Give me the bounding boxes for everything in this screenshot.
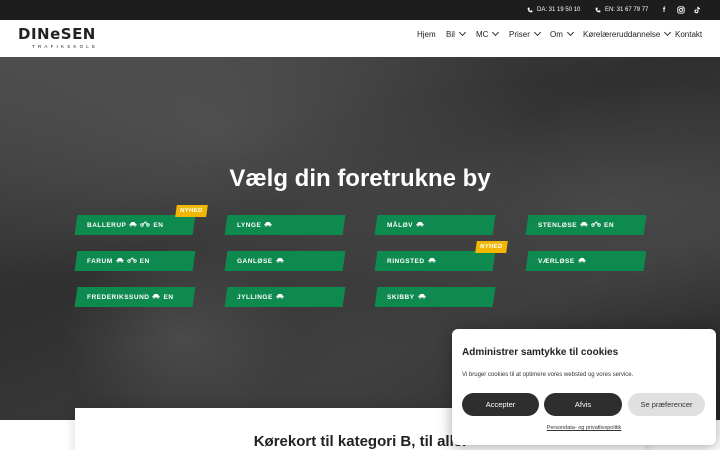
phone-en[interactable]: EN: 31 67 79 77 — [595, 7, 648, 13]
nav-item-om[interactable]: Om — [550, 28, 574, 39]
city-button-jyllinge[interactable]: JYLLINGE — [224, 287, 346, 307]
nav-item-priser[interactable]: Priser — [509, 28, 541, 39]
phone-icon — [595, 7, 601, 13]
city-name: RINGSTED — [387, 257, 425, 265]
nav-item-kontakt[interactable]: Kontakt — [675, 30, 702, 39]
nav-label: MC — [476, 29, 489, 39]
car-icon — [428, 257, 436, 265]
city-name: JYLLINGE — [237, 293, 273, 301]
city-button-frederikssund[interactable]: FREDERIKSSUND EN — [74, 287, 196, 307]
city-button-lynge[interactable]: LYNGE — [224, 215, 346, 235]
nav-item-bil[interactable]: Bil — [446, 28, 466, 39]
instagram-icon[interactable] — [677, 6, 685, 14]
tiktok-icon[interactable] — [693, 6, 701, 14]
city-button-ringsted[interactable]: RINGSTED — [374, 251, 496, 271]
city-name: MÅLØV — [387, 221, 413, 229]
top-bar: DA: 31 19 50 10 EN: 31 67 79 77 f — [0, 0, 720, 20]
new-badge: NYHED — [175, 205, 208, 217]
car-icon — [416, 221, 424, 229]
motorcycle-icon — [591, 221, 601, 229]
privacy-policy-link[interactable]: Persondata- og privatlivspolitik — [452, 425, 716, 431]
logo-subtitle: TRAFIKSKOLE — [32, 44, 99, 49]
nav-label: Kørelæreruddannelse — [583, 29, 661, 39]
phone-da[interactable]: DA: 31 19 50 10 — [527, 7, 580, 13]
language-label: EN — [163, 293, 174, 301]
nav-label: Kontakt — [675, 29, 703, 39]
city-button-stenløse[interactable]: STENLØSE EN — [525, 215, 647, 235]
city-name: VÆRLØSE — [538, 257, 575, 265]
car-icon — [276, 293, 284, 301]
city-button-skibby[interactable]: SKIBBY — [374, 287, 496, 307]
new-badge: NYHED — [475, 241, 508, 253]
chevron-down-icon — [566, 28, 574, 37]
car-icon — [152, 293, 160, 301]
car-icon — [276, 257, 284, 265]
chevron-down-icon — [458, 28, 466, 37]
motorcycle-icon — [140, 221, 151, 229]
phone-en-text: EN: 31 67 79 77 — [605, 7, 649, 13]
facebook-icon[interactable]: f — [660, 6, 668, 14]
car-icon — [578, 257, 586, 265]
preferences-button[interactable]: Se præferencer — [628, 393, 705, 416]
chevron-down-icon — [492, 28, 500, 37]
car-icon — [418, 293, 426, 301]
hero-background-image — [60, 247, 300, 420]
car-icon — [129, 221, 137, 229]
nav-label: Om — [550, 29, 563, 39]
city-name: LYNGE — [237, 221, 262, 229]
city-button-måløv[interactable]: MÅLØV — [374, 215, 496, 235]
car-icon — [264, 221, 272, 229]
nav-item-mc[interactable]: MC — [476, 28, 500, 39]
car-icon — [116, 257, 124, 265]
city-name: SKIBBY — [387, 293, 415, 301]
deny-button[interactable]: Afvis — [544, 393, 622, 416]
cookie-title: Administrer samtykke til cookies — [462, 347, 619, 358]
cookie-consent-dialog: Administrer samtykke til cookies Vi brug… — [452, 329, 716, 445]
city-button-værløse[interactable]: VÆRLØSE — [525, 251, 647, 271]
language-label: EN — [604, 221, 615, 229]
chevron-down-icon — [533, 28, 541, 37]
nav-label: Hjem — [417, 29, 436, 39]
logo[interactable]: DINeSEN TRAFIKSKOLE — [18, 25, 99, 52]
nav-item-korelaereruddannelse[interactable]: Kørelæreruddannelse — [583, 28, 672, 39]
nav-item-hjem[interactable]: Hjem — [417, 30, 436, 39]
motorcycle-icon — [126, 257, 137, 265]
city-button-farum[interactable]: FARUM EN — [74, 251, 196, 271]
city-button-ganløse[interactable]: GANLØSE — [224, 251, 346, 271]
nav-label: Priser — [509, 29, 530, 39]
cookie-text: Vi bruger cookies til at optimere vores … — [462, 372, 634, 378]
hero-title: Vælg din foretrukne by — [229, 165, 491, 192]
accept-button[interactable]: Accepter — [462, 393, 539, 416]
nav-label: Bil — [446, 29, 455, 39]
city-name: FREDERIKSSUND — [87, 293, 150, 301]
chevron-down-icon — [664, 28, 672, 37]
city-name: BALLERUP — [87, 221, 127, 229]
city-name: FARUM — [87, 257, 113, 265]
city-name: STENLØSE — [538, 221, 578, 229]
language-label: EN — [139, 257, 150, 265]
logo-name: DINeSEN — [18, 25, 96, 43]
language-label: EN — [153, 221, 164, 229]
site-header: DINeSEN TRAFIKSKOLE Hjem Bil MC Priser O… — [0, 20, 720, 57]
phone-icon — [527, 7, 533, 13]
phone-da-text: DA: 31 19 50 10 — [537, 7, 581, 13]
car-icon — [580, 221, 588, 229]
city-button-ballerup[interactable]: BALLERUP EN — [74, 215, 196, 235]
city-name: GANLØSE — [237, 257, 273, 265]
